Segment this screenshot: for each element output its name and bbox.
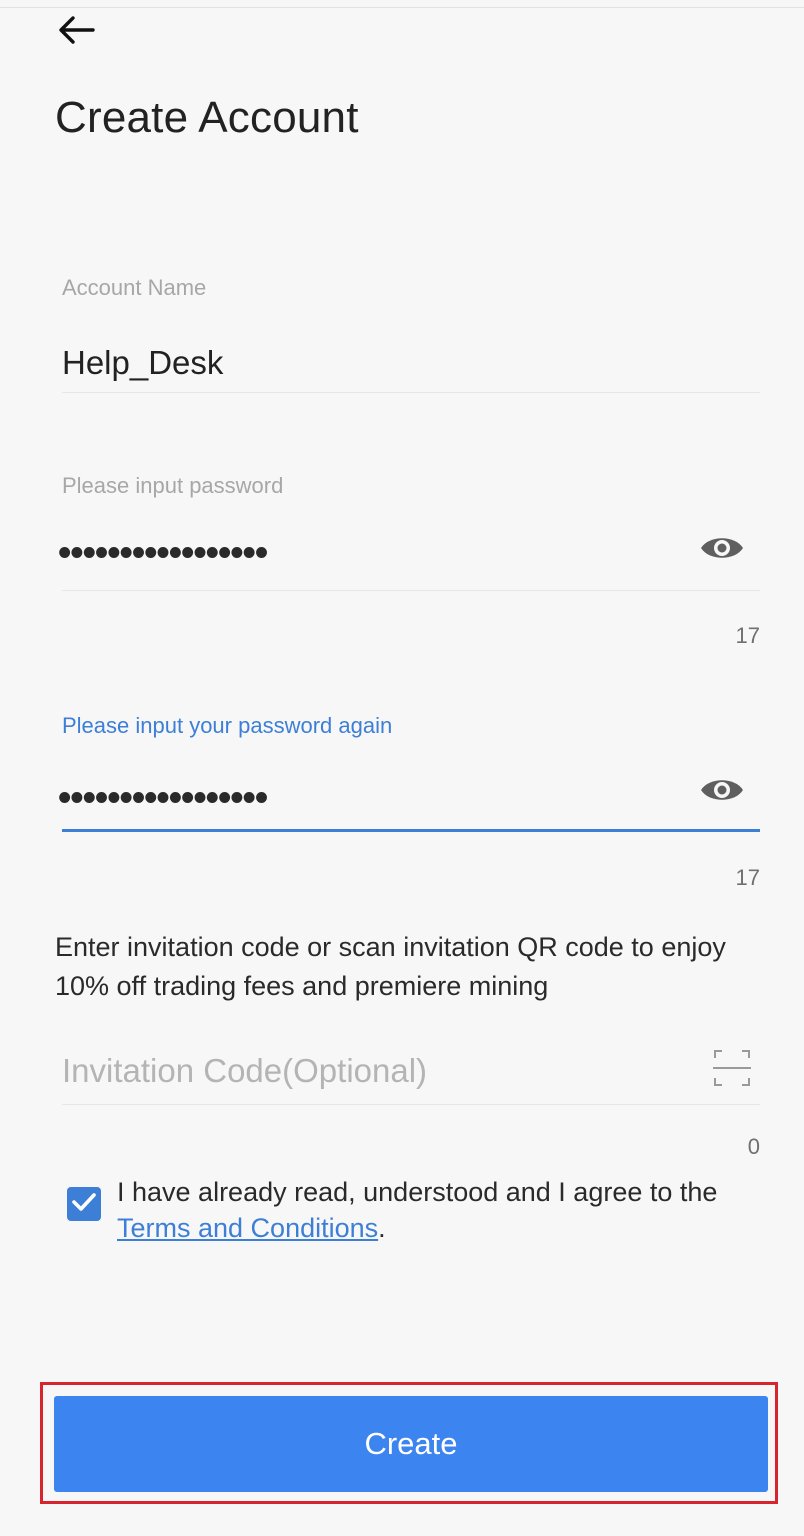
confirm-password-char-count: 17 xyxy=(735,865,760,890)
back-button[interactable] xyxy=(56,12,108,52)
invitation-description: Enter invitation code or scan invitation… xyxy=(55,932,726,1001)
account-name-underline xyxy=(62,392,760,393)
invitation-code-input[interactable] xyxy=(62,1048,682,1094)
scan-icon xyxy=(712,1048,752,1093)
create-button[interactable]: Create xyxy=(54,1396,768,1492)
confirm-password-underline xyxy=(62,829,760,832)
agree-checkbox[interactable] xyxy=(67,1187,101,1221)
top-divider xyxy=(0,7,804,8)
password-underline xyxy=(62,590,760,591)
eye-icon xyxy=(699,775,745,810)
account-name-field[interactable]: Help_Desk xyxy=(62,344,223,382)
password-char-count: 17 xyxy=(735,623,760,648)
account-name-label: Account Name xyxy=(62,275,207,300)
invitation-char-count: 0 xyxy=(747,1134,760,1159)
scan-qr-button[interactable] xyxy=(708,1046,756,1094)
invitation-underline xyxy=(62,1104,760,1105)
confirm-password-visibility-toggle[interactable] xyxy=(694,772,750,812)
agreement-period: . xyxy=(378,1213,386,1243)
terms-and-conditions-link[interactable]: Terms and Conditions xyxy=(117,1213,378,1243)
confirm-password-label: Please input your password again xyxy=(62,713,393,738)
confirm-password-field[interactable]: ••••••••••••••••• xyxy=(58,777,268,820)
checkmark-icon xyxy=(71,1191,97,1218)
password-label: Please input password xyxy=(62,473,284,498)
password-field[interactable]: ••••••••••••••••• xyxy=(58,532,268,575)
agreement-statement: I have already read, understood and I ag… xyxy=(117,1177,718,1207)
agreement-text: I have already read, understood and I ag… xyxy=(117,1174,757,1246)
page-title: Create Account xyxy=(55,93,359,142)
eye-icon xyxy=(699,533,745,568)
arrow-left-icon xyxy=(56,15,96,50)
password-visibility-toggle[interactable] xyxy=(694,530,750,570)
